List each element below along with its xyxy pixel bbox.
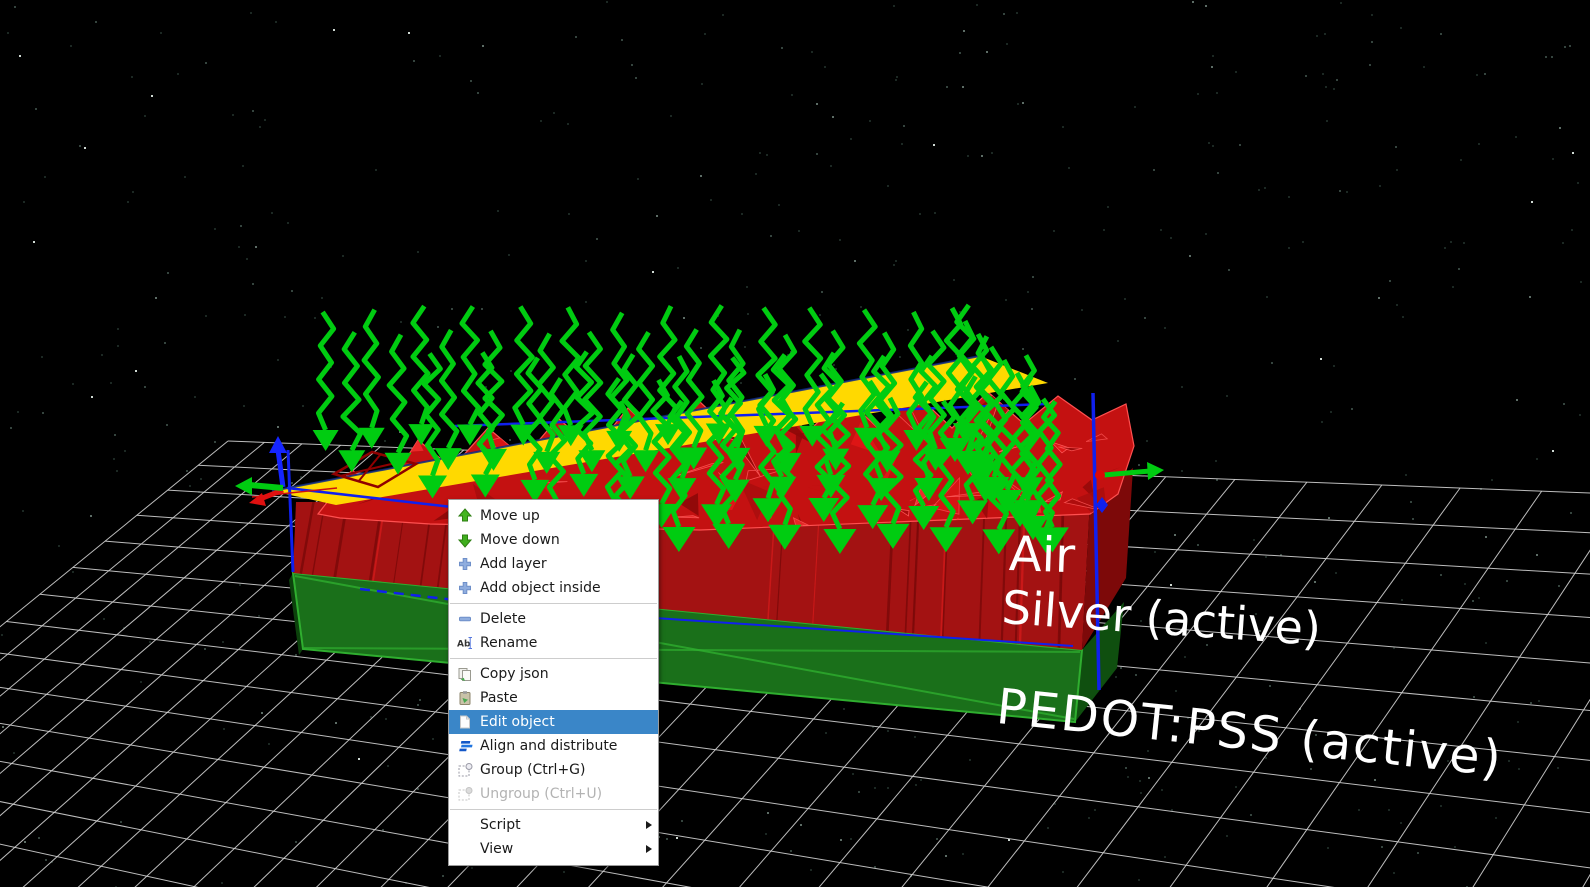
copy-icon — [457, 666, 473, 682]
menu-item-label: View — [480, 841, 514, 857]
menu-item-label: Add object inside — [480, 580, 601, 596]
rename-icon: Ab — [457, 635, 473, 651]
menu-item-label: Align and distribute — [480, 738, 618, 754]
label-air: Air — [1008, 526, 1076, 585]
paste-icon — [457, 690, 473, 706]
menu-item-view[interactable]: View — [449, 837, 658, 861]
menu-item-ungroup[interactable]: Ungroup (Ctrl+U) — [449, 782, 658, 806]
menu-item-align-distribute[interactable]: Align and distribute — [449, 734, 658, 758]
menu-item-edit-object[interactable]: Edit object — [449, 710, 658, 734]
menu-item-script[interactable]: Script — [449, 813, 658, 837]
menu-item-label: Edit object — [480, 714, 555, 730]
menu-item-label: Copy json — [480, 666, 549, 682]
menu-item-label: Move up — [480, 508, 540, 524]
plus-icon — [457, 556, 473, 572]
blank-icon — [457, 817, 473, 833]
menu-item-label: Group (Ctrl+G) — [480, 762, 586, 778]
menu-item-label: Script — [480, 817, 521, 833]
menu-separator — [450, 603, 657, 604]
blank-icon — [457, 841, 473, 857]
menu-item-group[interactable]: Group (Ctrl+G) — [449, 758, 658, 782]
menu-item-label: Move down — [480, 532, 560, 548]
3d-viewport[interactable]: Air Silver (active) PEDOT:PSS (active) M… — [0, 0, 1590, 887]
context-menu: Move up Move down Add layer Add object insi… — [448, 499, 659, 866]
submenu-arrow-icon — [646, 821, 652, 829]
menu-separator — [450, 658, 657, 659]
menu-item-add-object-inside[interactable]: Add object inside — [449, 576, 658, 600]
menu-item-label: Ungroup (Ctrl+U) — [480, 786, 603, 802]
menu-item-move-down[interactable]: Move down — [449, 528, 658, 552]
menu-item-rename[interactable]: Ab Rename — [449, 631, 658, 655]
plus-icon — [457, 580, 473, 596]
group-icon — [457, 762, 473, 778]
menu-item-move-up[interactable]: Move up — [449, 504, 658, 528]
submenu-arrow-icon — [646, 845, 652, 853]
arrow-down-icon — [457, 532, 473, 548]
menu-item-add-layer[interactable]: Add layer — [449, 552, 658, 576]
edit-icon — [457, 714, 473, 730]
menu-item-paste[interactable]: Paste — [449, 686, 658, 710]
arrow-up-icon — [457, 508, 473, 524]
menu-item-delete[interactable]: Delete — [449, 607, 658, 631]
align-icon — [457, 738, 473, 754]
menu-item-label: Rename — [480, 635, 538, 651]
minus-icon — [457, 611, 473, 627]
menu-item-label: Paste — [480, 690, 518, 706]
menu-item-label: Add layer — [480, 556, 547, 572]
menu-item-label: Delete — [480, 611, 526, 627]
menu-separator — [450, 809, 657, 810]
ungroup-icon — [457, 786, 473, 802]
menu-item-copy-json[interactable]: Copy json — [449, 662, 658, 686]
